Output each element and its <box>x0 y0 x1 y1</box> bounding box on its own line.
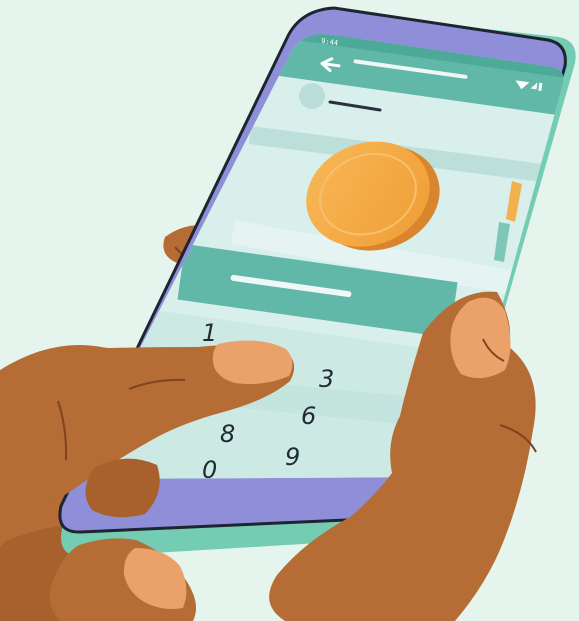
left-lower-finger <box>85 458 160 518</box>
keypad-digit-8[interactable]: 8 <box>220 420 235 448</box>
keypad-digit-1[interactable]: 1 <box>202 319 217 347</box>
profile-avatar <box>299 83 325 109</box>
keypad-digit-9[interactable]: 9 <box>285 443 300 471</box>
tapping-fingernail <box>212 340 293 385</box>
phone-payment-illustration: 9:44 1 3 6 8 9 0 <box>0 0 579 621</box>
keypad-digit-3[interactable]: 3 <box>319 365 334 393</box>
keypad-digit-6[interactable]: 6 <box>301 402 316 430</box>
phone-in-hands-svg: 9:44 1 3 6 8 9 0 <box>0 0 579 621</box>
